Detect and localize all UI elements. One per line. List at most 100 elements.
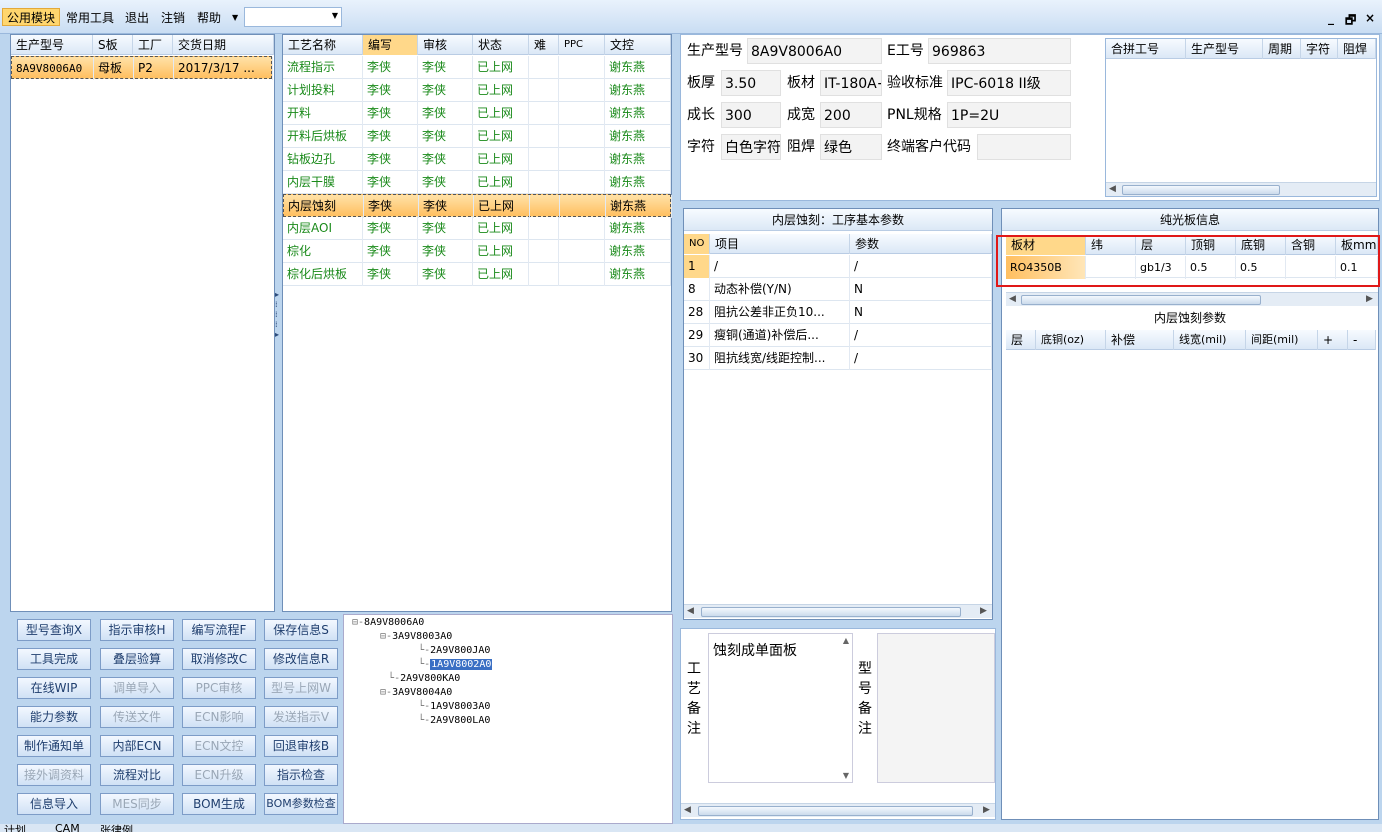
scroll-thumb[interactable] (698, 806, 973, 816)
col-no[interactable]: NO (684, 234, 710, 254)
action-button-3-1[interactable]: 传送文件 (100, 706, 174, 728)
action-button-3-3[interactable]: 发送指示V (264, 706, 338, 728)
table-row[interactable]: 开料 李侠 李侠 已上网 谢东燕 (283, 102, 671, 125)
col-merge-mask[interactable]: 阻焊 (1338, 39, 1376, 59)
col-status[interactable]: 状态 (473, 35, 529, 55)
scroll-up-icon[interactable]: ▲ (843, 636, 849, 645)
restore-button[interactable]: 🗗 (1345, 11, 1356, 32)
field-material[interactable]: IT-180A+ (820, 70, 882, 96)
tree-node[interactable]: ⊟-3A9V8004A0 (368, 687, 452, 698)
clad-scrollbar[interactable]: ◀ ▶ (1006, 292, 1378, 306)
menu-logout[interactable]: 注销 (157, 9, 189, 27)
tree-node[interactable]: └-1A9V8002A0 (388, 659, 493, 670)
action-button-0-3[interactable]: 保存信息S (264, 619, 338, 641)
action-button-6-1[interactable]: MES同步 (100, 793, 174, 815)
tab-cam[interactable]: CAM (55, 824, 80, 832)
action-button-4-3[interactable]: 回退审核B (264, 735, 338, 757)
action-button-2-3[interactable]: 型号上网W (264, 677, 338, 699)
col-etch-spacing[interactable]: 间距(mil) (1246, 330, 1318, 350)
chevron-down-icon[interactable]: ▼ (332, 11, 338, 20)
tree-node[interactable]: └-2A9V800KA0 (370, 673, 460, 684)
table-row[interactable]: 内层蚀刻 李侠 李侠 已上网 谢东燕 (283, 194, 672, 218)
field-thickness[interactable]: 3.50 (721, 70, 781, 96)
field-mask[interactable]: 绿色 (820, 134, 882, 160)
scroll-thumb[interactable] (1122, 185, 1280, 195)
minimize-button[interactable]: _ (1328, 11, 1334, 25)
col-process-name[interactable]: 工艺名称 (283, 35, 363, 55)
action-button-2-1[interactable]: 调单导入 (100, 677, 174, 699)
field-prod-model[interactable]: 8A9V8006A0 (747, 38, 882, 64)
process-remark-textarea[interactable]: 蚀刻成单面板 ▲ ▼ (708, 633, 853, 783)
action-button-5-0[interactable]: 接外调资料 (17, 764, 91, 786)
chevron-down-icon[interactable]: ▼ (228, 9, 242, 27)
tree-node[interactable]: ⊟-3A9V8003A0 (368, 631, 452, 642)
field-length[interactable]: 300 (721, 102, 781, 128)
menu-common-tools[interactable]: 常用工具 (62, 9, 118, 27)
field-e-no[interactable]: 969863 (928, 38, 1071, 64)
table-row[interactable]: 钻板边孔 李侠 李侠 已上网 谢东燕 (283, 148, 671, 171)
action-button-1-1[interactable]: 叠层验算 (100, 648, 174, 670)
col-s-board[interactable]: S板 (93, 35, 133, 55)
menu-help[interactable]: 帮助 (193, 9, 225, 27)
action-button-5-2[interactable]: ECN升级 (182, 764, 256, 786)
table-row[interactable]: 8 动态补偿(Y/N) N (684, 278, 992, 301)
col-merge-char[interactable]: 字符 (1301, 39, 1338, 59)
col-etch-bottom-cu[interactable]: 底铜(oz) (1036, 330, 1106, 350)
scroll-left-icon[interactable]: ◀ (684, 805, 691, 815)
scroll-left-icon[interactable]: ◀ (1009, 294, 1016, 304)
scroll-left-icon[interactable]: ◀ (687, 606, 694, 616)
scroll-thumb[interactable] (1021, 295, 1261, 305)
action-button-6-2[interactable]: BOM生成 (182, 793, 256, 815)
scroll-down-icon[interactable]: ▼ (843, 771, 849, 780)
action-button-4-2[interactable]: ECN文控 (182, 735, 256, 757)
col-param[interactable]: 参数 (850, 234, 992, 254)
col-factory[interactable]: 工厂 (133, 35, 173, 55)
table-row[interactable]: 内层干膜 李侠 李侠 已上网 谢东燕 (283, 171, 671, 194)
tab-user[interactable]: 张律例 (100, 824, 133, 832)
field-width[interactable]: 200 (820, 102, 882, 128)
action-button-6-0[interactable]: 信息导入 (17, 793, 91, 815)
action-button-5-1[interactable]: 流程对比 (100, 764, 174, 786)
action-button-0-1[interactable]: 指示审核H (100, 619, 174, 641)
action-button-5-3[interactable]: 指示检查 (264, 764, 338, 786)
col-etch-minus[interactable]: - (1348, 330, 1376, 350)
action-button-3-0[interactable]: 能力参数 (17, 706, 91, 728)
menu-combo-box[interactable]: ▼ (244, 7, 342, 27)
field-cust[interactable] (977, 134, 1071, 160)
remarks-scrollbar[interactable]: ◀ ▶ (681, 803, 995, 817)
col-merge-cycle[interactable]: 周期 (1263, 39, 1301, 59)
table-row[interactable]: 棕化后烘板 李侠 李侠 已上网 谢东燕 (283, 263, 671, 286)
table-row[interactable]: 流程指示 李侠 李侠 已上网 谢东燕 (283, 56, 671, 79)
param-scrollbar[interactable]: ◀ ▶ (684, 604, 992, 618)
col-prod-model[interactable]: 生产型号 (11, 35, 93, 55)
table-row[interactable]: 30 阻抗线宽/线距控制... / (684, 347, 992, 370)
action-button-2-2[interactable]: PPC审核 (182, 677, 256, 699)
col-ppc[interactable]: PPC (559, 35, 605, 55)
field-char[interactable]: 白色字符 (721, 134, 781, 160)
col-etch-layer[interactable]: 层 (1006, 330, 1036, 350)
scroll-right-icon[interactable]: ▶ (983, 805, 990, 815)
tree-node[interactable]: ⊟-8A9V8006A0 (352, 617, 424, 628)
field-standard[interactable]: IPC-6018 II级 (947, 70, 1071, 96)
menu-exit[interactable]: 退出 (121, 9, 153, 27)
action-button-1-0[interactable]: 工具完成 (17, 648, 91, 670)
col-etch-plus[interactable]: + (1318, 330, 1348, 350)
col-etch-line-width[interactable]: 线宽(mil) (1174, 330, 1246, 350)
table-row[interactable]: 开料后烘板 李侠 李侠 已上网 谢东燕 (283, 125, 671, 148)
close-button[interactable]: × (1365, 11, 1375, 25)
col-item[interactable]: 项目 (710, 234, 850, 254)
menu-common-module[interactable]: 公用模块 (2, 8, 61, 26)
col-doc-control[interactable]: 文控 (605, 35, 671, 55)
scroll-right-icon[interactable]: ▶ (1366, 294, 1373, 304)
col-merge-model[interactable]: 生产型号 (1186, 39, 1263, 59)
scroll-thumb[interactable] (701, 607, 961, 617)
action-button-1-3[interactable]: 修改信息R (264, 648, 338, 670)
col-difficulty[interactable]: 难 (529, 35, 559, 55)
tree-node[interactable]: └-2A9V800JA0 (388, 645, 490, 656)
table-row[interactable]: 内层AOI 李侠 李侠 已上网 谢东燕 (283, 217, 671, 240)
splitter-handle[interactable]: ▸ ⁞ ⁞ ⁞ ▸ (275, 290, 279, 340)
table-row[interactable]: 1// (684, 255, 992, 278)
table-row[interactable]: 8A9V8006A0 母板 P2 2017/3/17 ... (11, 56, 273, 80)
col-etch-comp[interactable]: 补偿 (1106, 330, 1174, 350)
action-button-2-0[interactable]: 在线WIP (17, 677, 91, 699)
